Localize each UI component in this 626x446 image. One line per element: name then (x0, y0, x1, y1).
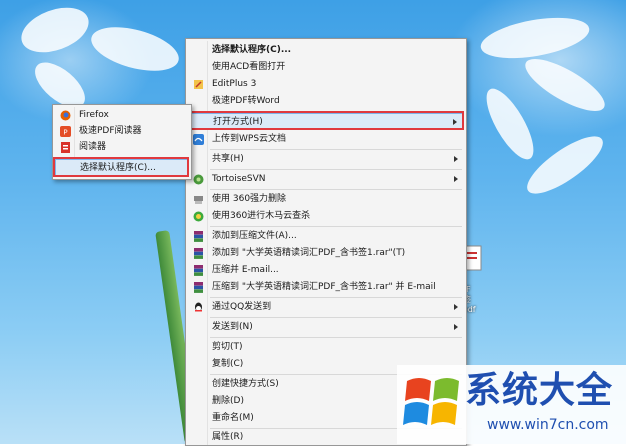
winrar-icon (194, 282, 203, 293)
flower-petal (15, 0, 95, 61)
open-with-highlight-box (186, 111, 464, 130)
flower-petal (477, 82, 543, 166)
menu-item-label: Firefox (79, 110, 109, 120)
menu-item-tortoisesvn[interactable]: TortoiseSVN (188, 171, 464, 188)
menu-separator (210, 189, 462, 190)
menu-item-label: 属性(R) (212, 432, 244, 442)
menu-item-label: 重命名(M) (212, 413, 254, 423)
menu-separator (210, 149, 462, 150)
menu-item-send-to[interactable]: 发送到(N) (188, 319, 464, 336)
menu-item-label: 添加到 "大学英语精读词汇PDF_含书签1.rar"(T) (212, 248, 406, 258)
menu-separator (210, 317, 462, 318)
menu-separator (210, 297, 462, 298)
svg-text:P: P (63, 129, 67, 137)
winrar-icon (194, 231, 203, 242)
menu-item-label: EditPlus 3 (212, 79, 257, 89)
menu-item-wps-upload[interactable]: 上传到WPS云文档 (188, 131, 464, 148)
menu-item-share[interactable]: 共享(H) (188, 151, 464, 168)
menu-item-acd-open[interactable]: 使用ACD看图打开 (188, 59, 464, 76)
menu-item-editplus[interactable]: EditPlus 3 (188, 76, 464, 93)
menu-item-label: 创建快捷方式(S) (212, 379, 279, 389)
menu-item-label: 上传到WPS云文档 (212, 134, 287, 144)
menu-item-label: 通过QQ发送到 (212, 302, 272, 312)
shredder-icon (194, 196, 203, 204)
menu-item-choose-default[interactable]: 选择默认程序(C)... (188, 42, 464, 59)
watermark-logo: 系统大全 www.win7cn.com (397, 365, 626, 444)
menu-item-compress-email[interactable]: 压缩并 E-mail... (188, 262, 464, 279)
submenu-arrow-icon (454, 304, 458, 310)
menu-separator (210, 169, 462, 170)
menu-item-label: 压缩到 "大学英语精读词汇PDF_含书签1.rar" 并 E-mail (212, 282, 436, 292)
winrar-icon (194, 248, 203, 259)
submenu-arrow-icon (454, 156, 458, 162)
menu-item-cut[interactable]: 剪切(T) (188, 339, 464, 356)
menu-item-label: 添加到压缩文件(A)... (212, 231, 297, 241)
menu-item-label: 压缩并 E-mail... (212, 265, 279, 275)
submenu-item-pdf-reader[interactable]: P 极速PDF阅读器 (55, 123, 189, 140)
submenu-item-reader[interactable]: 阅读器 (55, 139, 189, 156)
menu-item-label: 阅读器 (79, 142, 107, 152)
wps-cloud-icon (193, 134, 204, 145)
qq-icon (195, 302, 202, 312)
pdf-reader-icon: P (60, 126, 71, 137)
editplus-icon (194, 80, 203, 89)
flower-petal (519, 126, 611, 204)
flower-petal (518, 49, 612, 121)
watermark-title: 系统大全 (465, 370, 614, 411)
submenu-item-firefox[interactable]: Firefox (55, 107, 189, 124)
menu-item-label: 使用 360强力删除 (212, 194, 287, 204)
menu-item-label: 发送到(N) (212, 322, 253, 332)
menu-item-compress-rar-email[interactable]: 压缩到 "大学英语精读词汇PDF_含书签1.rar" 并 E-mail (188, 279, 464, 296)
choose-default-highlight-box (53, 157, 189, 177)
menu-item-add-archive[interactable]: 添加到压缩文件(A)... (188, 228, 464, 245)
menu-item-label: 复制(C) (212, 359, 244, 369)
submenu-arrow-icon (454, 176, 458, 182)
menu-item-label: 共享(H) (212, 154, 244, 164)
menu-item-label: 极速PDF阅读器 (79, 126, 142, 136)
submenu-arrow-icon (454, 324, 458, 330)
menu-item-qq-send[interactable]: 通过QQ发送到 (188, 299, 464, 316)
menu-item-add-to-rar[interactable]: 添加到 "大学英语精读词汇PDF_含书签1.rar"(T) (188, 245, 464, 262)
flower-petal (477, 10, 593, 66)
tortoise-icon (193, 174, 204, 185)
menu-item-label: 剪切(T) (212, 342, 243, 352)
menu-item-label: 使用360进行木马云查杀 (212, 211, 311, 221)
windows-flag-icon (403, 378, 459, 425)
menu-item-label: 使用ACD看图打开 (212, 62, 286, 72)
menu-item-label: 极速PDF转Word (212, 96, 280, 106)
firefox-icon (60, 110, 71, 121)
menu-item-360-delete[interactable]: 使用 360强力删除 (188, 191, 464, 208)
watermark-url: www.win7cn.com (487, 417, 609, 433)
menu-item-label: 选择默认程序(C)... (212, 45, 292, 55)
menu-item-label: TortoiseSVN (212, 174, 266, 184)
menu-separator (210, 226, 462, 227)
flower-petal (86, 19, 184, 79)
menu-item-360-scan[interactable]: 使用360进行木马云查杀 (188, 208, 464, 225)
menu-separator (210, 337, 462, 338)
winrar-icon (194, 265, 203, 276)
menu-item-label: 删除(D) (212, 396, 244, 406)
reader-icon (61, 142, 70, 153)
menu-item-pdf-to-word[interactable]: 极速PDF转Word (188, 93, 464, 110)
360-icon (193, 211, 204, 222)
